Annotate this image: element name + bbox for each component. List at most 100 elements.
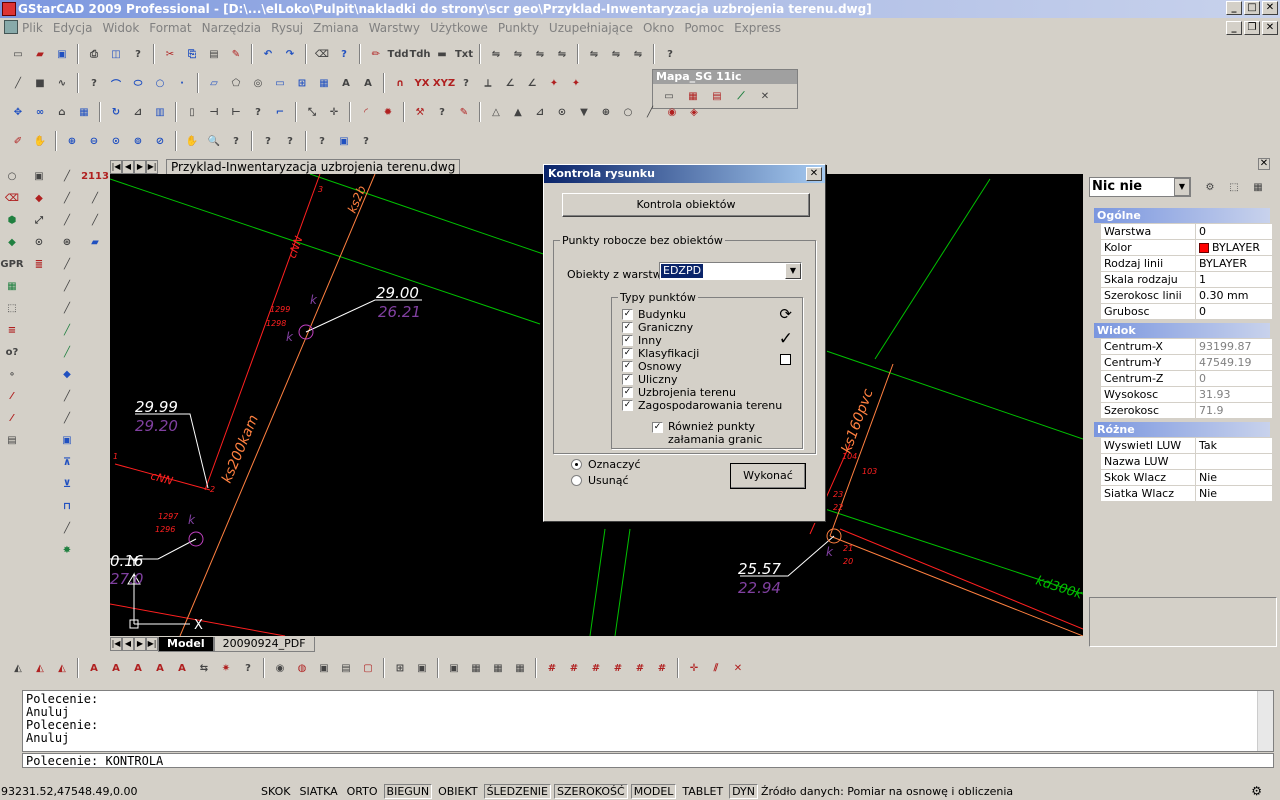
move-icon[interactable]: ✥ (8, 102, 28, 122)
prop-row[interactable]: Nazwa LUW (1101, 454, 1272, 470)
type-osnowy[interactable]: ✓ Osnowy (622, 360, 682, 373)
prop-value[interactable]: 0 (1196, 224, 1272, 239)
link-icon[interactable]: ∞ (30, 102, 50, 122)
frame-icon[interactable]: ▢ (358, 658, 378, 678)
extend-icon[interactable]: ⊢ (226, 102, 246, 122)
layer-tool-6-icon[interactable]: ⇋ (606, 44, 626, 64)
stamp-icon[interactable]: ⌂ (52, 102, 72, 122)
copy-icon[interactable]: ⎘ (182, 44, 202, 64)
chevron-down-icon[interactable]: ▼ (785, 263, 801, 279)
spline-icon[interactable]: ∿ (52, 73, 72, 93)
stamp-red-icon[interactable]: ◉ (662, 102, 682, 122)
green-grid-icon[interactable]: ▦ (2, 276, 22, 296)
erase-icon[interactable]: ⌫ (312, 44, 332, 64)
prop-value[interactable]: BYLAYER (1196, 256, 1272, 271)
section-view[interactable]: Widok (1094, 323, 1270, 338)
menu-plik[interactable]: Plik (22, 21, 43, 35)
menu-rysuj[interactable]: Rysuj (271, 21, 303, 35)
gear-circle-icon[interactable]: ⊛ (57, 232, 77, 252)
select-objects-icon[interactable]: ⬚ (1224, 177, 1244, 197)
prop-row[interactable]: Szerokosc 71.9 (1101, 403, 1272, 419)
prop-row[interactable]: Kolor BYLAYER (1101, 240, 1272, 256)
prop-row[interactable]: Grubosc 0 (1101, 304, 1272, 320)
menu-format[interactable]: Format (149, 21, 191, 35)
quick-select-icon[interactable]: ⚙ (1200, 177, 1220, 197)
zoom-out-icon[interactable]: ⊖ (84, 131, 104, 151)
prop-value[interactable]: Nie (1196, 486, 1272, 501)
command-history[interactable]: Polecenie: Anuluj Polecenie: Anuluj (22, 690, 1274, 752)
menu-warstwy[interactable]: Warstwy (369, 21, 420, 35)
mapa-sg-title[interactable]: Mapa_SG 11ic (653, 70, 797, 84)
rectangle-fill-icon[interactable]: ■ (30, 73, 50, 93)
radio-button[interactable] (571, 459, 582, 470)
osnap-circle-icon[interactable]: ○ (2, 166, 22, 186)
layout-next-button[interactable]: ▶ (134, 637, 146, 651)
layout-first-button[interactable]: |◀ (110, 637, 122, 651)
radio-mark[interactable]: Oznaczyć (571, 458, 641, 471)
line-tool-6-icon[interactable]: ╱ (57, 518, 77, 538)
radio-button[interactable] (571, 475, 582, 486)
insert-block-icon[interactable]: ⊞ (292, 73, 312, 93)
toggle-sledzenie[interactable]: ŚLEDZENIE (483, 784, 552, 799)
cyan-parallelogram-icon[interactable]: ▰ (85, 232, 105, 252)
command-scrollbar[interactable] (1257, 691, 1273, 751)
match-properties-icon[interactable]: ✎ (226, 44, 246, 64)
prop-value[interactable]: 0 (1196, 304, 1272, 319)
select-rect-icon[interactable]: ⬚ (2, 298, 22, 318)
numbering-5-icon[interactable]: # (630, 658, 650, 678)
help-icon-6[interactable]: ? (432, 102, 452, 122)
layers-red-icon[interactable]: ≣ (29, 254, 49, 274)
query-circle-icon[interactable]: o? (2, 342, 22, 362)
rotate-icon[interactable]: ↻ (106, 102, 126, 122)
help-icon-9[interactable]: ? (280, 131, 300, 151)
zoom-extents-icon[interactable]: ⊚ (128, 131, 148, 151)
dialog-title-bar[interactable]: Kontrola rysunku ✕ (544, 165, 825, 183)
pan-hand-2-icon[interactable]: ✋ (182, 131, 202, 151)
zoom-search-icon[interactable]: 🔍 (204, 131, 224, 151)
green-line-1-icon[interactable]: ╱ (57, 320, 77, 340)
frame-tool-icon[interactable]: ▣ (412, 658, 432, 678)
xyz-icon[interactable]: XYZ (433, 73, 455, 93)
toggle-siatka[interactable]: SIATKA (296, 784, 340, 799)
tab-last-button[interactable]: ▶| (146, 159, 158, 174)
help-icon-7[interactable]: ? (226, 131, 246, 151)
prop-value[interactable]: 1 (1196, 272, 1272, 287)
menu-narzedzia[interactable]: Narzędzia (202, 21, 262, 35)
magic-wand-icon[interactable]: ✷ (216, 658, 236, 678)
green-hex-icon[interactable]: ⬢ (2, 210, 22, 230)
magnet-icon[interactable]: ∩ (390, 73, 410, 93)
mtext-icon[interactable]: A (336, 73, 356, 93)
polygon-icon[interactable]: ▱ (204, 73, 224, 93)
misc-icon[interactable]: ◍ (292, 658, 312, 678)
doc-list-icon[interactable]: ▤ (2, 430, 22, 450)
blue-symbol-2-icon[interactable]: ⊻ (57, 474, 77, 494)
hatch-icon[interactable]: ▦ (314, 73, 334, 93)
help-icon-10[interactable]: ? (312, 131, 332, 151)
numbering-6-icon[interactable]: # (652, 658, 672, 678)
print-icon[interactable]: ⎙ (84, 44, 104, 64)
ellipse-icon[interactable]: ⬭ (128, 73, 148, 93)
doc-restore-button[interactable]: ❐ (1244, 21, 1260, 35)
prop-row[interactable]: Warstwa 0 (1101, 224, 1272, 240)
zoom-window-icon[interactable]: ⊙ (106, 131, 126, 151)
prop-row[interactable]: Rodzaj linii BYLAYER (1101, 256, 1272, 272)
layer-arrows-icon[interactable]: ⇆ (194, 658, 214, 678)
help-icon-4[interactable]: ? (456, 73, 476, 93)
save-icon[interactable]: ▣ (52, 44, 72, 64)
bulb-icon[interactable]: ◉ (270, 658, 290, 678)
named-views-icon[interactable]: ▣ (334, 131, 354, 151)
open-file-icon[interactable]: ▰ (30, 44, 50, 64)
new-file-icon[interactable]: ▭ (8, 44, 28, 64)
text-style-1-icon[interactable]: A (84, 658, 104, 678)
image-tool-icon[interactable]: ▣ (444, 658, 464, 678)
menu-pomoc[interactable]: Pomoc (684, 21, 724, 35)
tab-model[interactable]: Model (158, 636, 214, 652)
menu-punkty[interactable]: Punkty (498, 21, 539, 35)
layer-select[interactable]: EDZPD ▼ (659, 262, 802, 280)
help-icon-8[interactable]: ? (258, 131, 278, 151)
text-icon[interactable]: A (358, 73, 378, 93)
layer-tool-1-icon[interactable]: ⇋ (486, 44, 506, 64)
green-star-icon[interactable]: ✸ (57, 540, 77, 560)
menu-express[interactable]: Express (734, 21, 781, 35)
check-all-icon[interactable]: ✓ (779, 329, 793, 349)
